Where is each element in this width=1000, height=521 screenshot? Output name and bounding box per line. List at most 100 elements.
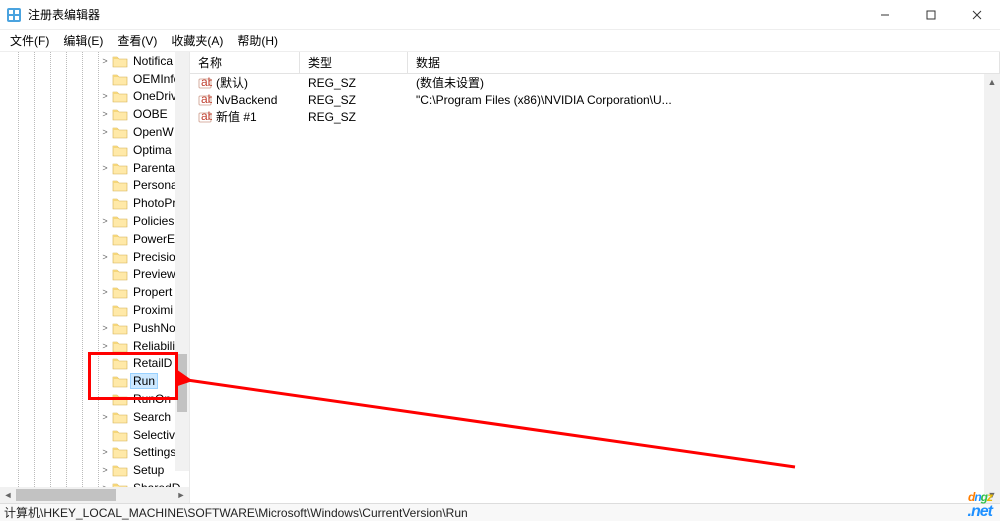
menu-help[interactable]: 帮助(H) [231,30,284,51]
column-data[interactable]: 数据 [408,52,1000,73]
app-icon [6,7,22,23]
folder-icon [112,125,128,139]
reg-string-icon: ab [198,76,212,90]
folder-icon [112,356,128,370]
expander-icon[interactable] [100,305,110,315]
value-data: "C:\Program Files (x86)\NVIDIA Corporati… [408,93,1000,107]
expander-icon[interactable] [100,376,110,386]
expander-icon[interactable] [100,180,110,190]
expander-icon[interactable]: > [100,252,110,262]
expander-icon[interactable]: > [100,91,110,101]
tree-item-selectiv[interactable]: Selectiv [0,426,189,444]
menu-file[interactable]: 文件(F) [4,30,55,51]
tree-item-oeminfo[interactable]: OEMInfo [0,70,189,88]
tree-item-pushno[interactable]: >PushNo [0,319,189,337]
expander-icon[interactable]: > [100,163,110,173]
tree-item-oobe[interactable]: >OOBE [0,105,189,123]
tree-item-runon[interactable]: RunOn [0,390,189,408]
expander-icon[interactable] [100,145,110,155]
folder-icon [112,339,128,353]
folder-icon [112,107,128,121]
tree-scroll-thumb[interactable] [177,354,187,412]
folder-icon [112,445,128,459]
values-vertical-scrollbar[interactable]: ▲ ▼ [984,74,1000,503]
folder-icon [112,321,128,335]
scroll-left-icon[interactable]: ◄ [0,487,16,503]
reg-string-icon: ab [198,93,212,107]
tree-item-notifica[interactable]: >Notifica^ [0,52,189,70]
expander-icon[interactable]: > [100,109,110,119]
column-type[interactable]: 类型 [300,52,408,73]
value-row[interactable]: abNvBackendREG_SZ"C:\Program Files (x86)… [190,91,1000,108]
tree-item-propert[interactable]: > Propert [0,283,189,301]
tree-item-openw[interactable]: >OpenW [0,123,189,141]
tree-item-run[interactable]: Run [0,372,189,390]
tree-item-settings[interactable]: >Settings [0,444,189,462]
tree-item-powere[interactable]: PowerE [0,230,189,248]
menu-view[interactable]: 查看(V) [111,30,163,51]
tree-item-preview[interactable]: Preview [0,266,189,284]
tree-item-onedriv[interactable]: >OneDriv [0,88,189,106]
minimize-button[interactable] [862,0,908,30]
tree-vertical-scrollbar[interactable] [175,52,189,471]
expander-icon[interactable]: > [100,216,110,226]
menu-edit[interactable]: 编辑(E) [57,30,109,51]
expander-icon[interactable] [100,358,110,368]
expander-icon[interactable]: > [100,447,110,457]
expander-icon[interactable] [100,430,110,440]
expander-icon[interactable] [100,234,110,244]
scroll-right-icon[interactable]: ► [173,487,189,503]
values-list[interactable]: ab(默认)REG_SZ(数值未设置)abNvBackendREG_SZ"C:\… [190,74,1000,125]
expander-icon[interactable]: > [100,412,110,422]
maximize-button[interactable] [908,0,954,30]
value-row[interactable]: ab(默认)REG_SZ(数值未设置) [190,74,1000,91]
tree-item-setup[interactable]: >Setup [0,461,189,479]
tree-item-retaild[interactable]: RetailD [0,355,189,373]
title-bar: 注册表编辑器 [0,0,1000,30]
scroll-up-icon[interactable]: ▲ [984,74,1000,90]
expander-icon[interactable] [100,269,110,279]
expander-icon[interactable]: > [100,127,110,137]
tree-item-search[interactable]: >Search [0,408,189,426]
tree-body[interactable]: >Notifica^ OEMInfo>OneDriv>OOBE>OpenW Op… [0,52,189,487]
menu-favorites[interactable]: 收藏夹(A) [165,30,229,51]
tree-horizontal-scrollbar[interactable]: ◄ ► [0,487,189,503]
expander-icon[interactable] [100,198,110,208]
folder-icon [112,214,128,228]
tree-item-sharedd[interactable]: >SharedD [0,479,189,487]
expander-icon[interactable]: > [100,465,110,475]
tree-item-label: Selectiv [130,428,178,442]
values-header: 名称 类型 数据 [190,52,1000,74]
tree-item-reliabili[interactable]: > Reliabili [0,337,189,355]
expander-icon[interactable]: > [100,56,110,66]
tree-item-precisio[interactable]: > Precisio [0,248,189,266]
tree-hscroll-thumb[interactable] [16,489,116,501]
expander-icon[interactable]: > [100,341,110,351]
folder-icon [112,392,128,406]
close-button[interactable] [954,0,1000,30]
expander-icon[interactable]: > [100,287,110,297]
column-name[interactable]: 名称 [190,52,300,73]
tree-item-parenta[interactable]: >Parenta [0,159,189,177]
folder-icon [112,196,128,210]
watermark: dngz .net [968,478,992,519]
tree-item-policies[interactable]: >Policies [0,212,189,230]
value-type: REG_SZ [300,76,408,90]
reg-string-icon: ab [198,110,212,124]
tree-item-optima[interactable]: Optima [0,141,189,159]
expander-icon[interactable]: > [100,323,110,333]
expander-icon[interactable] [100,394,110,404]
tree-item-label: Run [130,373,158,389]
tree-item-label: Proximi [130,303,176,317]
expander-icon[interactable] [100,74,110,84]
tree-item-photopr[interactable]: PhotoPr [0,194,189,212]
tree-item-label: Reliabili [130,339,178,353]
content-area: >Notifica^ OEMInfo>OneDriv>OOBE>OpenW Op… [0,52,1000,503]
tree-item-persona[interactable]: Persona [0,177,189,195]
folder-icon [112,250,128,264]
tree-item-label: Precisio [130,250,179,264]
folder-icon [112,267,128,281]
value-row[interactable]: ab新值 #1REG_SZ [190,108,1000,125]
tree-item-proximi[interactable]: Proximi [0,301,189,319]
tree-item-label: Propert [130,285,175,299]
